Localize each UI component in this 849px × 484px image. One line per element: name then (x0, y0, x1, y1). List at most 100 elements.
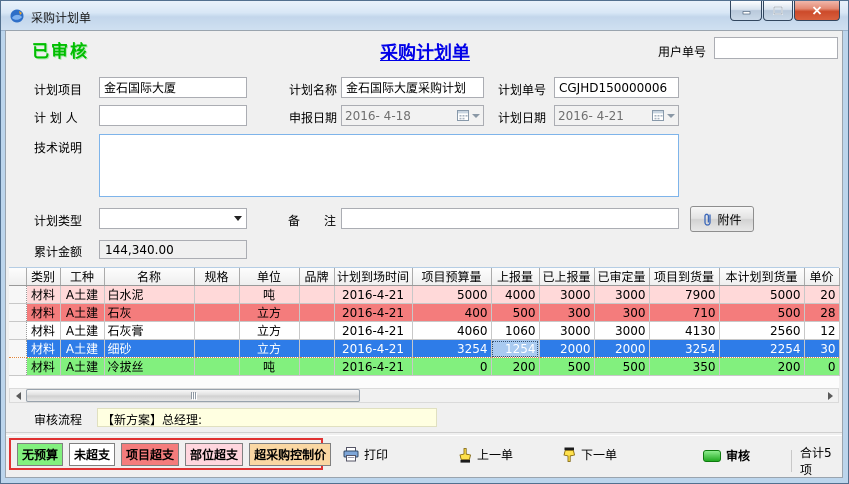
table-cell[interactable]: 710 (649, 304, 719, 322)
table-cell[interactable] (299, 340, 334, 358)
print-button[interactable]: 打印 (343, 446, 388, 463)
table-cell[interactable]: 1060 (491, 322, 539, 340)
table-cell[interactable] (299, 358, 334, 376)
table-cell[interactable]: 3000 (594, 286, 649, 304)
plan-no-input[interactable] (554, 77, 679, 98)
table-cell[interactable]: 4000 (491, 286, 539, 304)
table-cell[interactable]: A土建 (60, 286, 104, 304)
row-selector[interactable] (9, 340, 26, 358)
table-cell[interactable]: 2016-4-21 (334, 340, 412, 358)
table-cell[interactable]: 0 (412, 358, 491, 376)
table-cell[interactable]: 2560 (719, 322, 804, 340)
plan-date-picker[interactable]: 2016- 4-21 (554, 105, 679, 126)
table-cell[interactable]: 7900 (649, 286, 719, 304)
plan-type-select[interactable] (99, 208, 247, 229)
table-cell[interactable]: 材料 (26, 286, 60, 304)
table-cell[interactable]: 3000 (539, 322, 594, 340)
table-cell[interactable]: 500 (491, 304, 539, 322)
table-cell[interactable]: 1254 (491, 340, 539, 358)
table-cell[interactable] (194, 304, 239, 322)
table-cell[interactable]: 200 (491, 358, 539, 376)
table-cell[interactable]: 材料 (26, 358, 60, 376)
table-cell[interactable]: 立方 (239, 340, 299, 358)
table-cell[interactable]: A土建 (60, 322, 104, 340)
table-cell[interactable]: 材料 (26, 322, 60, 340)
table-cell[interactable]: 300 (539, 304, 594, 322)
close-button[interactable] (794, 1, 840, 21)
table-cell[interactable]: 细砂 (104, 340, 194, 358)
review-flow-field[interactable]: 【新方案】总经理: (97, 408, 437, 427)
table-cell[interactable]: 500 (719, 304, 804, 322)
scrollbar-thumb[interactable] (26, 389, 360, 402)
plan-name-input[interactable] (341, 77, 484, 98)
previous-record-button[interactable]: 上一单 (458, 446, 513, 463)
table-cell[interactable]: 5000 (719, 286, 804, 304)
table-cell[interactable]: 立方 (239, 304, 299, 322)
maximize-button[interactable] (763, 1, 793, 21)
table-cell[interactable]: 0 (804, 358, 839, 376)
table-cell[interactable] (194, 286, 239, 304)
planner-input[interactable] (99, 105, 247, 126)
table-cell[interactable] (194, 340, 239, 358)
plan-project-input[interactable] (99, 77, 247, 98)
table-cell[interactable]: 吨 (239, 358, 299, 376)
table-cell[interactable]: 2000 (594, 340, 649, 358)
table-cell[interactable]: 2254 (719, 340, 804, 358)
table-cell[interactable]: 白水泥 (104, 286, 194, 304)
table-cell[interactable]: 3254 (412, 340, 491, 358)
table-cell[interactable]: 3000 (539, 286, 594, 304)
table-cell[interactable] (194, 322, 239, 340)
table-cell[interactable]: 冷拔丝 (104, 358, 194, 376)
table-cell[interactable]: 吨 (239, 286, 299, 304)
table-cell[interactable]: 立方 (239, 322, 299, 340)
declare-date-picker[interactable]: 2016- 4-18 (341, 105, 484, 126)
table-cell[interactable]: 2016-4-21 (334, 358, 412, 376)
table-cell[interactable]: 4060 (412, 322, 491, 340)
scroll-right-button[interactable] (822, 389, 838, 402)
table-cell[interactable]: 400 (412, 304, 491, 322)
table-cell[interactable]: 500 (594, 358, 649, 376)
table-cell[interactable]: 3000 (594, 322, 649, 340)
table-cell[interactable]: 350 (649, 358, 719, 376)
table-cell[interactable]: 2016-4-21 (334, 304, 412, 322)
table-cell[interactable]: 4130 (649, 322, 719, 340)
table-cell[interactable]: 300 (594, 304, 649, 322)
table-cell[interactable]: 12 (804, 322, 839, 340)
audit-button[interactable]: 审核 (703, 447, 750, 464)
table-cell[interactable] (194, 358, 239, 376)
table-cell[interactable]: 2000 (539, 340, 594, 358)
table-cell[interactable]: A土建 (60, 358, 104, 376)
next-record-button[interactable]: 下一单 (562, 446, 617, 463)
table-cell[interactable]: 5000 (412, 286, 491, 304)
remark-input[interactable] (341, 208, 679, 229)
table-cell[interactable] (299, 322, 334, 340)
table-cell[interactable]: 30 (804, 340, 839, 358)
table-cell[interactable]: 200 (719, 358, 804, 376)
table-cell[interactable] (299, 304, 334, 322)
table-cell[interactable]: 石灰 (104, 304, 194, 322)
table-cell[interactable]: 20 (804, 286, 839, 304)
table-cell[interactable]: 3254 (649, 340, 719, 358)
horizontal-scrollbar[interactable] (9, 388, 839, 403)
table-cell[interactable]: 2016-4-21 (334, 286, 412, 304)
row-selector[interactable] (9, 322, 26, 340)
tech-note-textarea[interactable] (99, 134, 679, 197)
row-selector[interactable] (9, 304, 26, 322)
row-selector[interactable] (9, 358, 26, 376)
table-cell[interactable]: A土建 (60, 340, 104, 358)
table-cell[interactable]: 500 (539, 358, 594, 376)
table-cell[interactable]: 石灰膏 (104, 322, 194, 340)
scroll-left-button[interactable] (10, 389, 26, 402)
table-cell[interactable]: 2016-4-21 (334, 322, 412, 340)
minimize-button[interactable] (730, 1, 762, 21)
legend-chip: 项目超支 (121, 443, 179, 466)
table-row: 材料A土建石灰膏立方2016-4-21406010603000300041302… (9, 322, 839, 340)
table-cell[interactable]: A土建 (60, 304, 104, 322)
user-no-input[interactable] (714, 37, 838, 59)
table-cell[interactable]: 材料 (26, 340, 60, 358)
table-cell[interactable] (299, 286, 334, 304)
row-selector[interactable] (9, 286, 26, 304)
table-cell[interactable]: 材料 (26, 304, 60, 322)
attachment-button[interactable]: 附件 (690, 206, 754, 232)
table-cell[interactable]: 28 (804, 304, 839, 322)
